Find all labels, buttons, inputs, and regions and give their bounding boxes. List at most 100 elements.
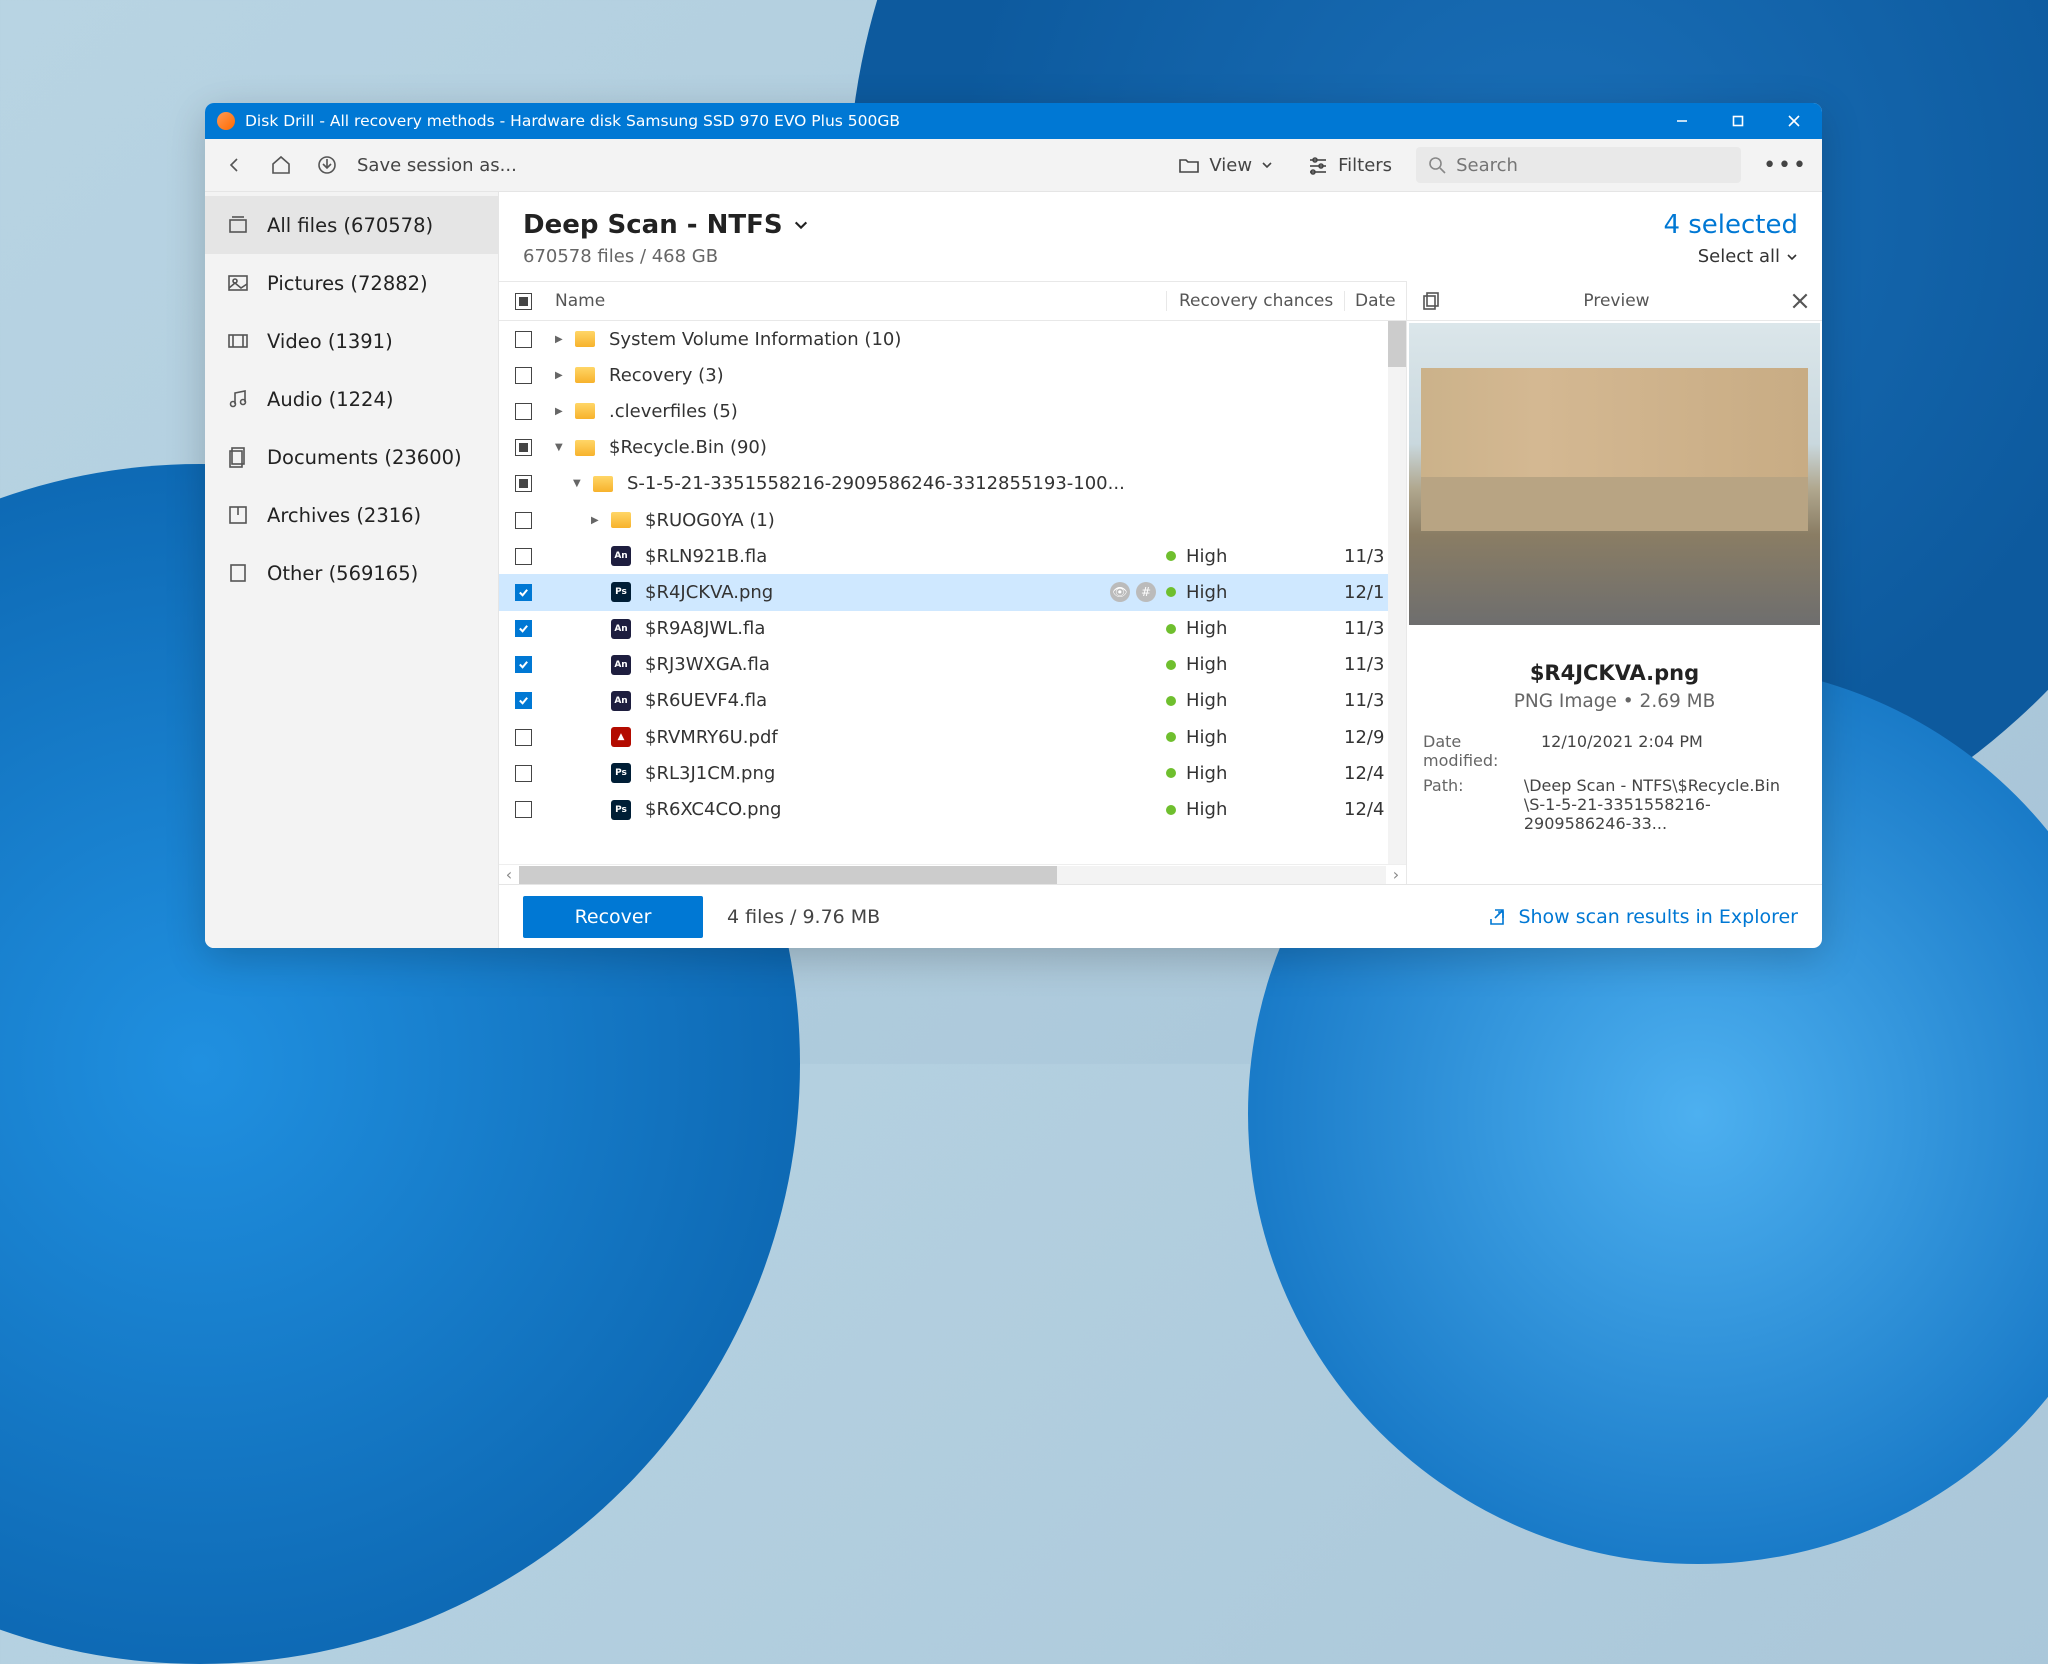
row-checkbox[interactable] — [515, 584, 532, 601]
sidebar-item-all-files[interactable]: All files (670578) — [205, 196, 498, 254]
home-button[interactable] — [265, 149, 297, 181]
row-checkbox[interactable] — [515, 439, 532, 456]
expand-caret-icon[interactable]: ▶ — [555, 406, 569, 417]
copy-icon[interactable] — [1421, 291, 1441, 311]
recovery-dot-icon — [1166, 732, 1176, 742]
maximize-button[interactable] — [1710, 103, 1766, 139]
recover-button[interactable]: Recover — [523, 896, 703, 938]
sidebar-item-label: Pictures (72882) — [267, 272, 428, 295]
search-input[interactable] — [1456, 155, 1729, 176]
expand-caret-icon[interactable]: ▼ — [573, 478, 587, 489]
date-modified-label: Date modified: — [1423, 732, 1541, 770]
file-name: $Recycle.Bin (90) — [609, 437, 767, 458]
column-date[interactable]: Date — [1344, 291, 1406, 311]
recovery-label: High — [1186, 763, 1227, 784]
sidebar-item-label: Archives (2316) — [267, 504, 421, 527]
search-box[interactable] — [1416, 147, 1741, 183]
sidebar-item-label: Video (1391) — [267, 330, 393, 353]
file-row[interactable]: An$R6UEVF4.flaHigh11/3 — [499, 683, 1406, 719]
file-row[interactable]: ▶System Volume Information (10) — [499, 321, 1406, 357]
footer: Recover 4 files / 9.76 MB Show scan resu… — [499, 884, 1822, 948]
file-row[interactable]: ▶$RUOG0YA (1) — [499, 502, 1406, 538]
file-name: Recovery (3) — [609, 365, 724, 386]
main-area: Deep Scan - NTFS 670578 files / 468 GB 4… — [499, 192, 1822, 948]
close-preview-icon[interactable] — [1792, 293, 1808, 309]
file-row[interactable]: An$RLN921B.flaHigh11/3 — [499, 538, 1406, 574]
row-checkbox[interactable] — [515, 620, 532, 637]
sidebar-item-audio[interactable]: Audio (1224) — [205, 370, 498, 428]
recovery-label: High — [1186, 690, 1227, 711]
hash-icon: # — [1136, 582, 1156, 602]
column-name[interactable]: Name — [547, 291, 1166, 311]
file-row[interactable]: ▼S-1-5-21-3351558216-2909586246-33128551… — [499, 466, 1406, 502]
row-checkbox[interactable] — [515, 692, 532, 709]
file-type-icon — [611, 510, 631, 530]
row-checkbox[interactable] — [515, 367, 532, 384]
recovery-label: High — [1186, 654, 1227, 675]
close-button[interactable] — [1766, 103, 1822, 139]
row-checkbox[interactable] — [515, 729, 532, 746]
expand-caret-icon[interactable]: ▶ — [555, 370, 569, 381]
select-all-dropdown[interactable]: Select all — [1663, 246, 1798, 267]
select-all-label: Select all — [1698, 246, 1780, 267]
expand-caret-icon[interactable]: ▶ — [555, 334, 569, 345]
row-checkbox[interactable] — [515, 801, 532, 818]
file-list[interactable]: ▶System Volume Information (10)▶Recovery… — [499, 321, 1406, 864]
row-checkbox[interactable] — [515, 512, 532, 529]
file-name: $RJ3WXGA.fla — [645, 654, 770, 675]
file-row[interactable]: Ps$R4JCKVA.png👁#High12/1 — [499, 574, 1406, 610]
sidebar-item-documents[interactable]: Documents (23600) — [205, 428, 498, 486]
file-row[interactable]: ▶.cleverfiles (5) — [499, 393, 1406, 429]
file-row[interactable]: Ps$RL3J1CM.pngHigh12/4 — [499, 755, 1406, 791]
expand-caret-icon[interactable]: ▶ — [591, 515, 605, 526]
select-all-checkbox[interactable] — [515, 293, 532, 310]
recovery-dot-icon — [1166, 696, 1176, 706]
file-row[interactable]: ▶ Recovery (3) — [499, 357, 1406, 393]
expand-caret-icon[interactable]: ▼ — [555, 442, 569, 453]
music-icon — [227, 388, 249, 410]
titlebar[interactable]: Disk Drill - All recovery methods - Hard… — [205, 103, 1822, 139]
recovery-label: High — [1186, 618, 1227, 639]
file-row[interactable]: An$R9A8JWL.flaHigh11/3 — [499, 611, 1406, 647]
scan-title-dropdown[interactable]: Deep Scan - NTFS — [523, 210, 809, 240]
row-checkbox[interactable] — [515, 475, 532, 492]
file-row[interactable]: An$RJ3WXGA.flaHigh11/3 — [499, 647, 1406, 683]
sidebar-item-archives[interactable]: Archives (2316) — [205, 486, 498, 544]
sidebar-item-other[interactable]: Other (569165) — [205, 544, 498, 602]
sidebar-item-video[interactable]: Video (1391) — [205, 312, 498, 370]
preview-header-label: Preview — [1441, 291, 1792, 311]
show-in-explorer-link[interactable]: Show scan results in Explorer — [1486, 906, 1798, 928]
scan-title: Deep Scan - NTFS — [523, 210, 783, 240]
save-session-link[interactable]: Save session as... — [357, 155, 517, 176]
file-row[interactable]: ▲$RVMRY6U.pdfHigh12/9 — [499, 719, 1406, 755]
vertical-scrollbar[interactable] — [1388, 321, 1406, 864]
stack-icon — [227, 214, 249, 236]
filters-button[interactable]: Filters — [1297, 155, 1402, 176]
file-type-icon — [575, 365, 595, 385]
file-row[interactable]: Ps$R6XC4CO.pngHigh12/4 — [499, 791, 1406, 827]
column-recovery[interactable]: Recovery chances — [1166, 291, 1344, 311]
recovery-dot-icon — [1166, 660, 1176, 670]
file-name: $R6UEVF4.fla — [645, 690, 767, 711]
eye-icon: 👁 — [1110, 582, 1130, 602]
row-checkbox[interactable] — [515, 656, 532, 673]
recovery-dot-icon — [1166, 805, 1176, 815]
horizontal-scrollbar[interactable]: ‹› — [499, 864, 1406, 884]
search-icon — [1428, 156, 1446, 174]
save-session-icon[interactable] — [311, 149, 343, 181]
file-type-icon: Ps — [611, 800, 631, 820]
back-button[interactable] — [219, 149, 251, 181]
file-row[interactable]: ▼ $Recycle.Bin (90) — [499, 430, 1406, 466]
sidebar-item-pictures[interactable]: Pictures (72882) — [205, 254, 498, 312]
app-window: Disk Drill - All recovery methods - Hard… — [205, 103, 1822, 948]
minimize-button[interactable] — [1654, 103, 1710, 139]
row-checkbox[interactable] — [515, 331, 532, 348]
row-checkbox[interactable] — [515, 403, 532, 420]
file-type-icon: An — [611, 655, 631, 675]
row-checkbox[interactable] — [515, 765, 532, 782]
view-dropdown[interactable]: View — [1168, 155, 1283, 176]
more-button[interactable]: ••• — [1763, 153, 1808, 178]
file-type-icon: Ps — [611, 582, 631, 602]
sidebar: All files (670578) Pictures (72882) Vide… — [205, 192, 499, 948]
row-checkbox[interactable] — [515, 548, 532, 565]
